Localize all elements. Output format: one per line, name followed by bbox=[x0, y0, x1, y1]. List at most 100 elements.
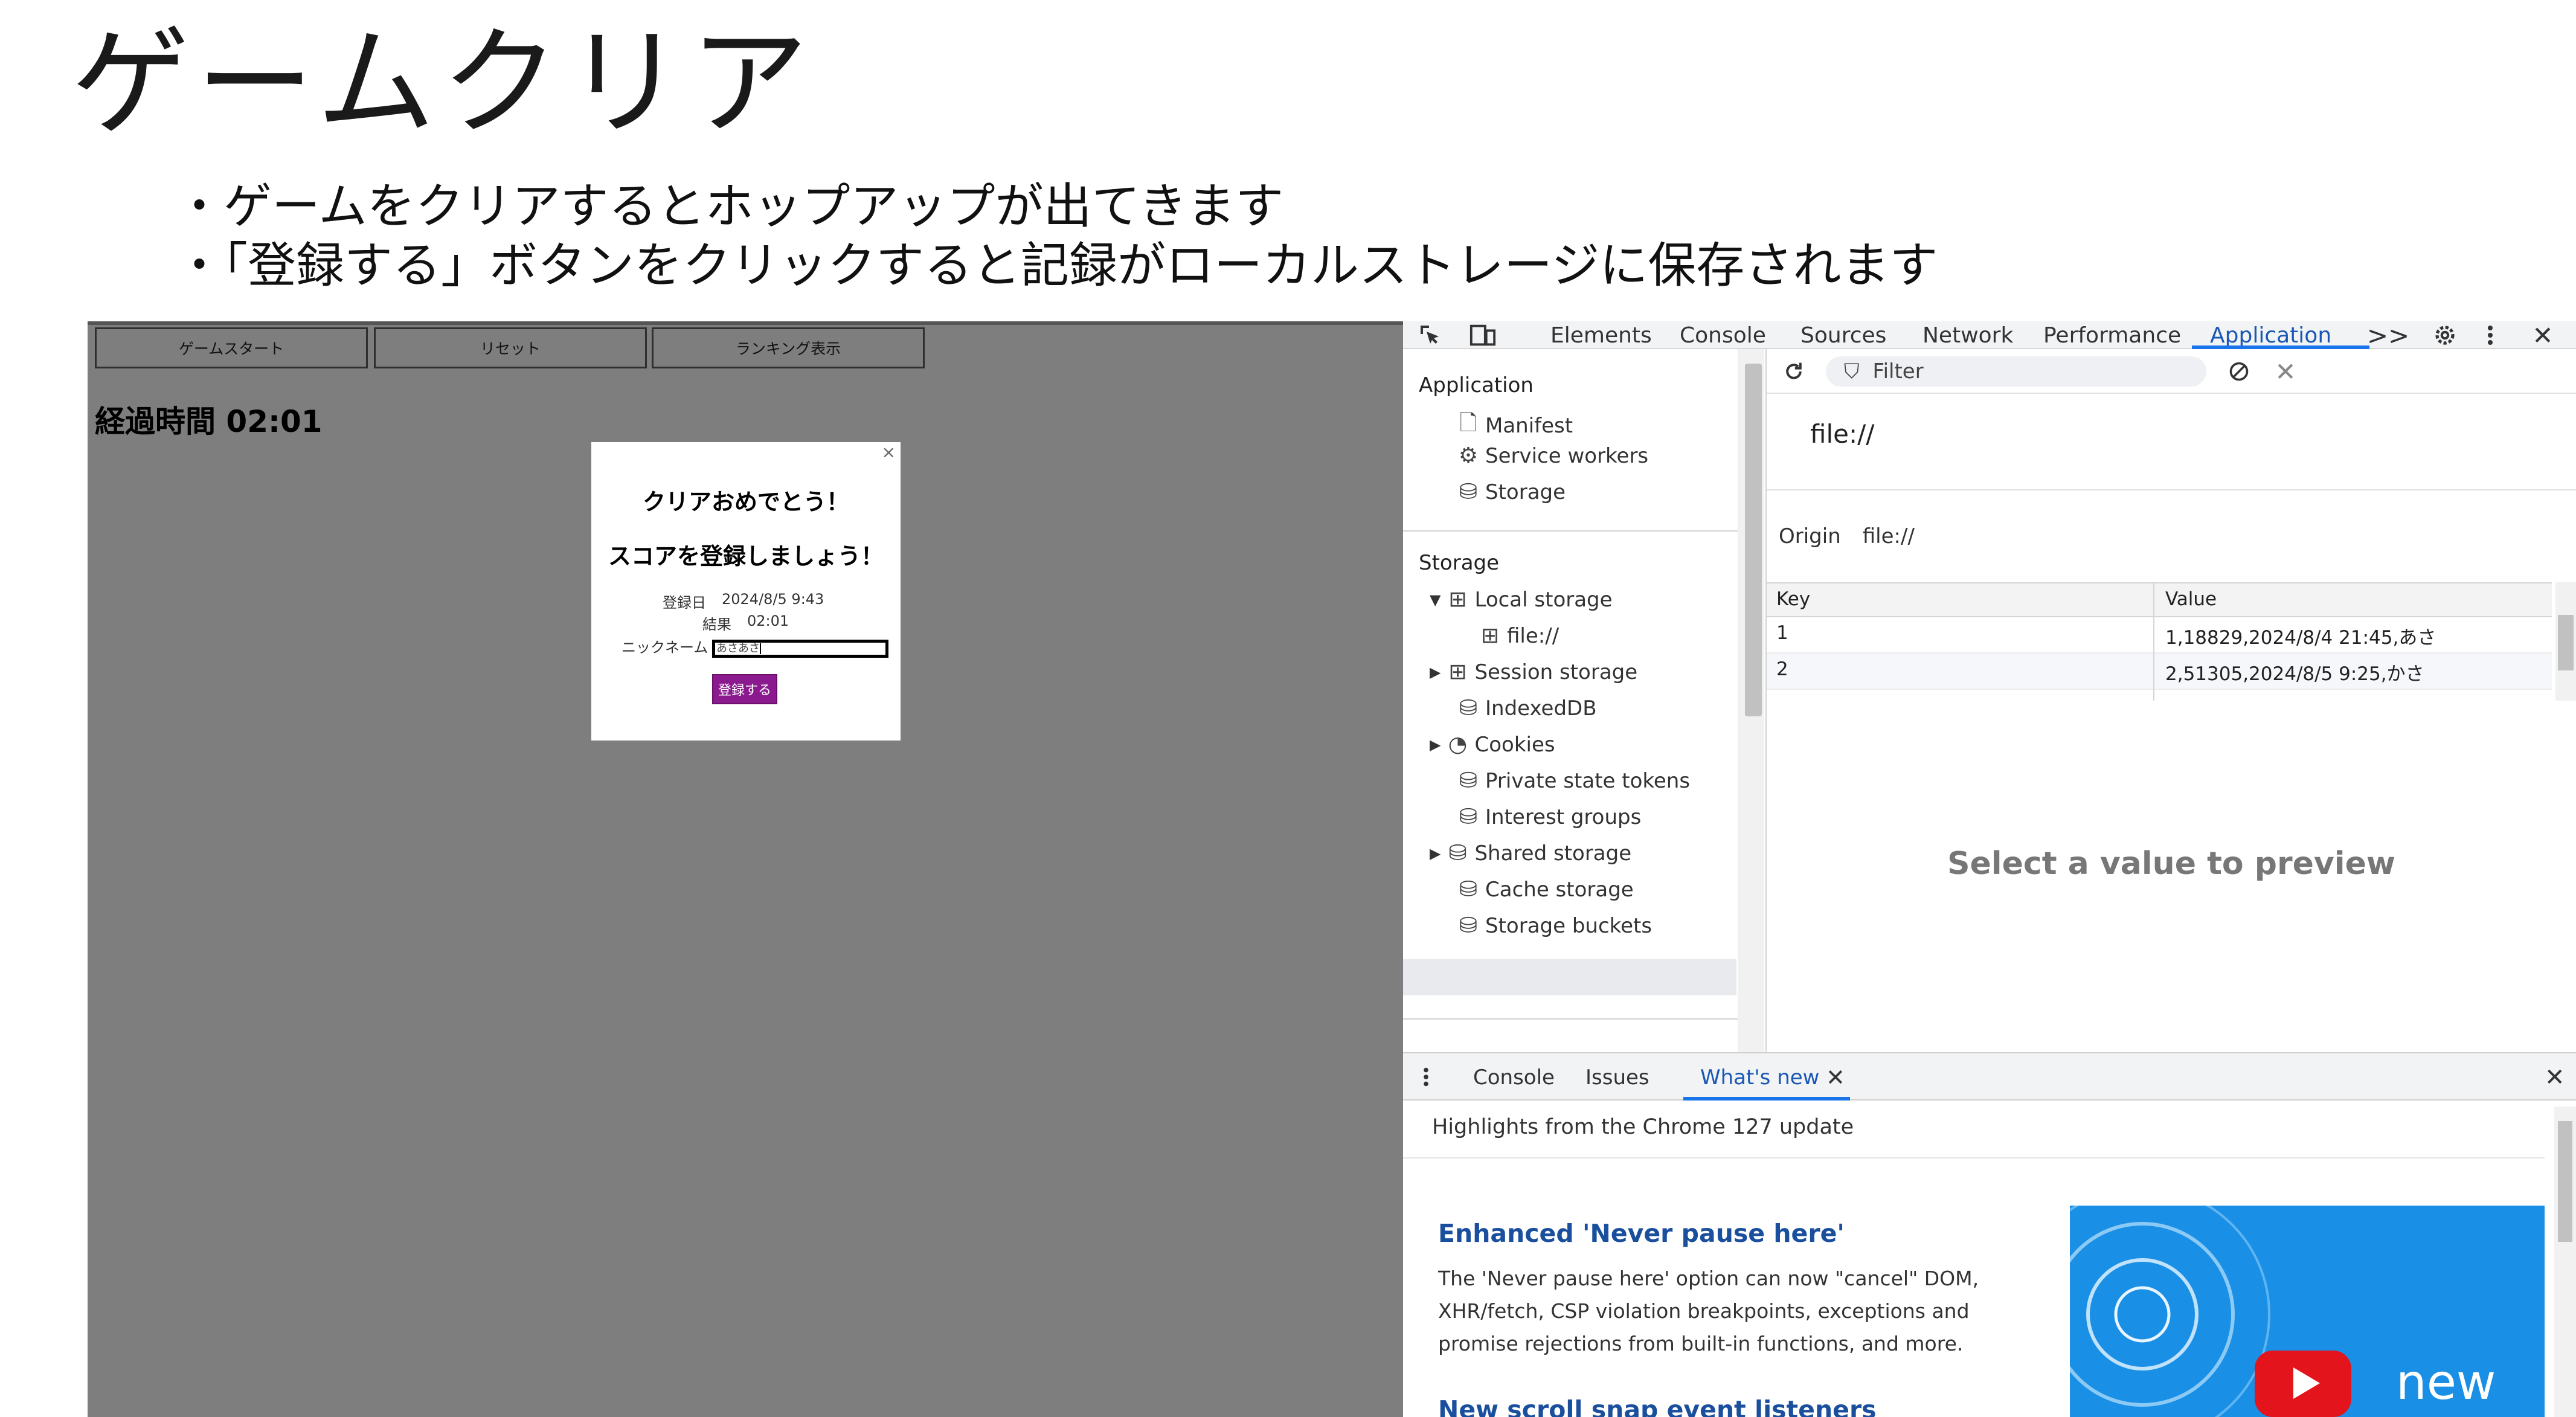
database-icon: ⛁ bbox=[1459, 913, 1478, 938]
text-caret bbox=[760, 643, 761, 654]
sidebar-item-cookies[interactable]: ▶ ◔ Cookies bbox=[1430, 732, 1555, 757]
sidebar-item-interest-groups[interactable]: ⛁ Interest groups bbox=[1451, 805, 1641, 829]
origin-divider bbox=[1767, 489, 2576, 490]
cell-value: 1,18829,2024/8/4 21:45,あさ bbox=[2165, 627, 2436, 649]
table-header: Key Value bbox=[1767, 582, 2552, 617]
settings-gear-icon[interactable] bbox=[2430, 321, 2460, 349]
sidebar-section-application: Application bbox=[1419, 373, 1534, 397]
sidebar-item-local-storage-file[interactable]: ⊞ file:// bbox=[1473, 623, 1559, 648]
nickname-input[interactable]: あさあさ bbox=[712, 640, 888, 658]
expand-arrow-right-icon[interactable]: ▶ bbox=[1430, 664, 1441, 681]
sidebar-item-label: Interest groups bbox=[1485, 805, 1642, 829]
sidebar-item-shared-storage[interactable]: ▶ ⛁ Shared storage bbox=[1430, 841, 1631, 866]
filter-input[interactable]: ⛉ Filter bbox=[1826, 356, 2206, 387]
popup-heading-congrats: クリアおめでとう！ bbox=[642, 489, 849, 515]
sidebar-item-label: Local storage bbox=[1474, 587, 1613, 612]
register-button[interactable]: 登録する bbox=[712, 674, 777, 704]
news-title-never-pause[interactable]: Enhanced 'Never pause here' bbox=[1438, 1219, 1845, 1248]
database-icon: ⛁ bbox=[1448, 841, 1467, 866]
filter-funnel-icon: ⛉ bbox=[1844, 359, 1860, 384]
ranking-button[interactable]: ランキング表示 bbox=[652, 327, 925, 368]
sidebar-item-cache-storage[interactable]: ⛁ Cache storage bbox=[1451, 877, 1634, 902]
database-icon: ⛁ bbox=[1459, 768, 1478, 793]
close-whats-new-icon[interactable]: ✕ bbox=[1826, 1053, 1845, 1102]
tab-network[interactable]: Network bbox=[1922, 321, 2013, 349]
delete-selected-icon[interactable]: ✕ bbox=[2270, 356, 2301, 387]
refresh-icon[interactable] bbox=[1779, 356, 1809, 387]
expand-arrow-down-icon[interactable]: ▼ bbox=[1430, 591, 1441, 608]
database-icon: ⛁ bbox=[1459, 877, 1478, 902]
tab-console[interactable]: Console bbox=[1680, 321, 1766, 349]
table-row[interactable]: 2 2,51305,2024/8/5 9:25,かさ bbox=[1767, 654, 2552, 690]
sidebar-item-label: Storage bbox=[1485, 480, 1566, 504]
kebab-menu-icon[interactable] bbox=[2478, 321, 2502, 349]
sidebar-item-storage-buckets[interactable]: ⛁ Storage buckets bbox=[1451, 913, 1652, 938]
date-label: 登録日 bbox=[663, 594, 706, 611]
elapsed-time: 経過時間 02:01 bbox=[95, 404, 323, 439]
sidebar-item-manifest[interactable]: 🗋 Manifest bbox=[1451, 407, 1573, 444]
slide-title: ゲームクリア bbox=[71, 14, 815, 152]
column-header-value[interactable]: Value bbox=[2165, 588, 2217, 610]
table-icon: ⊞ bbox=[1448, 660, 1467, 684]
sidebar-divider bbox=[1403, 530, 1741, 532]
more-tabs-icon[interactable]: >> bbox=[2367, 321, 2409, 350]
game-top-border bbox=[88, 321, 1403, 325]
reset-button[interactable]: リセット bbox=[374, 327, 647, 368]
tab-elements[interactable]: Elements bbox=[1550, 321, 1652, 349]
sidebar-item-label: file:// bbox=[1507, 623, 1559, 648]
sidebar-item-storage[interactable]: ⛁ Storage bbox=[1451, 480, 1566, 504]
origin-label: Origin file:// bbox=[1779, 524, 1915, 548]
sidebar-item-label: Shared storage bbox=[1474, 841, 1632, 866]
sidebar-item-label: Cache storage bbox=[1485, 877, 1634, 902]
drawer-scroll-thumb[interactable] bbox=[2558, 1121, 2572, 1242]
nickname-label: ニックネーム bbox=[622, 639, 708, 656]
filter-bar: ⛉ Filter ✕ bbox=[1767, 349, 2576, 394]
sidebar-item-service-workers[interactable]: ⚙ Service workers bbox=[1451, 443, 1648, 468]
devtools-toolbar: Elements Console Sources Network Perform… bbox=[1403, 321, 2576, 350]
tab-sources[interactable]: Sources bbox=[1800, 321, 1886, 349]
origin-value: file:// bbox=[1862, 524, 1915, 548]
column-separator[interactable] bbox=[2153, 582, 2154, 701]
expand-arrow-right-icon[interactable]: ▶ bbox=[1430, 736, 1441, 753]
news-title-scroll-snap[interactable]: New scroll snap event listeners bbox=[1438, 1395, 1877, 1417]
game-start-button[interactable]: ゲームスタート bbox=[95, 327, 368, 368]
sidebar-item-label: Service workers bbox=[1485, 443, 1649, 468]
inspect-element-icon[interactable] bbox=[1415, 321, 1445, 349]
cookie-icon: ◔ bbox=[1448, 732, 1468, 757]
table-row[interactable]: 1 1,18829,2024/8/4 21:45,あさ bbox=[1767, 617, 2552, 654]
tab-performance[interactable]: Performance bbox=[2043, 321, 2181, 349]
drawer-tab-issues[interactable]: Issues bbox=[1585, 1053, 1649, 1102]
sidebar-item-indexeddb[interactable]: ⛁ IndexedDB bbox=[1451, 696, 1597, 721]
application-sidebar: Application 🗋 Manifest ⚙ Service workers ⛁… bbox=[1403, 349, 1767, 1101]
result-label: 結果 bbox=[702, 616, 731, 633]
device-toolbar-icon[interactable] bbox=[1466, 321, 1500, 349]
drawer-menu-icon[interactable] bbox=[1415, 1062, 1437, 1092]
news-body-never-pause: The 'Never pause here' option can now "c… bbox=[1438, 1267, 1979, 1355]
close-drawer-icon[interactable]: ✕ bbox=[2545, 1053, 2565, 1102]
sidebar-scroll-thumb[interactable] bbox=[1745, 364, 1762, 716]
gears-icon: ⚙ bbox=[1458, 443, 1479, 468]
sidebar-item-local-storage[interactable]: ▼ ⊞ Local storage bbox=[1430, 587, 1613, 612]
origin-heading: file:// bbox=[1810, 419, 1875, 449]
cell-value: 2,51305,2024/8/5 9:25,かさ bbox=[2165, 663, 2424, 685]
game-screen: ゲームスタート リセット ランキング表示 経過時間 02:01 × クリアおめで… bbox=[88, 321, 1403, 1417]
table-scroll-thumb[interactable] bbox=[2558, 615, 2574, 670]
table-icon: ⊞ bbox=[1448, 587, 1467, 612]
result-value: 02:01 bbox=[747, 612, 789, 629]
popup-close-icon[interactable]: × bbox=[882, 442, 896, 462]
sidebar-item-private-state-tokens[interactable]: ⛁ Private state tokens bbox=[1451, 768, 1690, 793]
filter-placeholder: Filter bbox=[1872, 359, 1924, 384]
drawer-tab-console[interactable]: Console bbox=[1473, 1053, 1555, 1102]
drawer-tab-whats-new[interactable]: What's new bbox=[1700, 1053, 1819, 1102]
column-header-key[interactable]: Key bbox=[1776, 588, 1810, 610]
nickname-value: あさあさ bbox=[716, 642, 760, 655]
clear-all-icon[interactable] bbox=[2222, 356, 2256, 387]
document-icon: 🗋 bbox=[1459, 411, 1477, 435]
devtools-panel: Elements Console Sources Network Perform… bbox=[1403, 321, 2576, 1417]
expand-arrow-right-icon[interactable]: ▶ bbox=[1430, 845, 1441, 862]
whats-new-video-thumbnail[interactable]: new bbox=[2070, 1206, 2545, 1417]
close-devtools-icon[interactable]: ✕ bbox=[2528, 321, 2558, 350]
bullet-1: ・ゲームをクリアするとホップアップが出てきます bbox=[175, 178, 1284, 234]
sidebar-item-session-storage[interactable]: ▶ ⊞ Session storage bbox=[1430, 660, 1637, 684]
devtools-drawer: Console Issues What's new ✕ ✕ Highlights… bbox=[1403, 1052, 2576, 1417]
